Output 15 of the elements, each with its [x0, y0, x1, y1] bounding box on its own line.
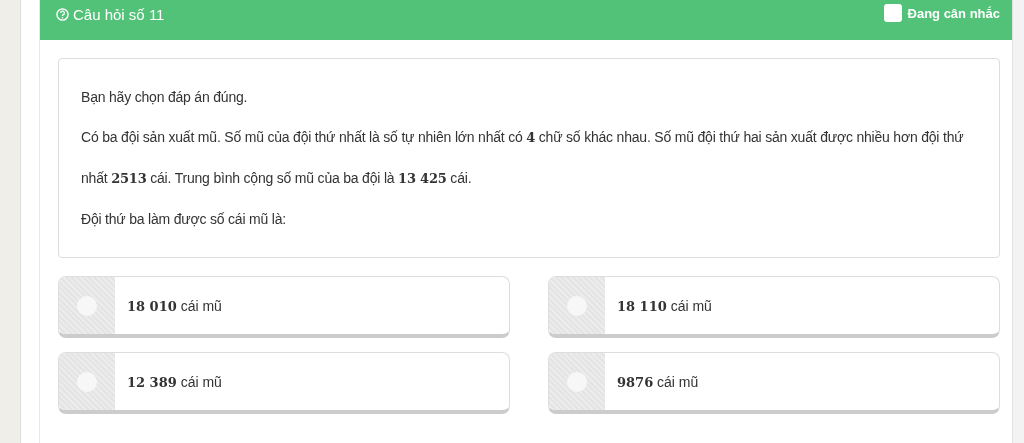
answer-option[interactable]: 18 010 cái mũ	[58, 276, 510, 338]
flag-label: Đang cân nhắc	[907, 5, 1000, 21]
checkbox[interactable]	[883, 4, 902, 22]
question-text: Có ba đội sản xuất mũ. Số mũ của đội thứ nhất là số tự nhiên lớn nhất có 4 chữ số khác nhau. Số mũ đội thứ hai sản xuất được nhiều hơn đội thứ nhất 2513 cái. Trung bình cộng số mũ của ba đội là 13 425 cái.	[81, 128, 965, 188]
help-icon	[56, 7, 69, 21]
answer-text: 18 110 cái mũ	[616, 297, 712, 314]
answer-option[interactable]: 9876 cái mũ	[548, 352, 1000, 414]
answer-option[interactable]: 12 389 cái mũ	[58, 352, 510, 414]
question-number: Câu hỏi số 11	[73, 5, 165, 23]
answer-text: 9876 cái mũ	[616, 373, 699, 390]
answer-option[interactable]: 18 110 cái mũ	[548, 276, 1000, 338]
question-text: Bạn hãy chọn đáp án đúng.	[81, 88, 249, 107]
answer-text: 12 389 cái mũ	[126, 373, 222, 390]
question-text: Đội thứ ba làm được số cái mũ là:	[81, 210, 287, 229]
answer-text: 18 010 cái mũ	[126, 297, 222, 314]
